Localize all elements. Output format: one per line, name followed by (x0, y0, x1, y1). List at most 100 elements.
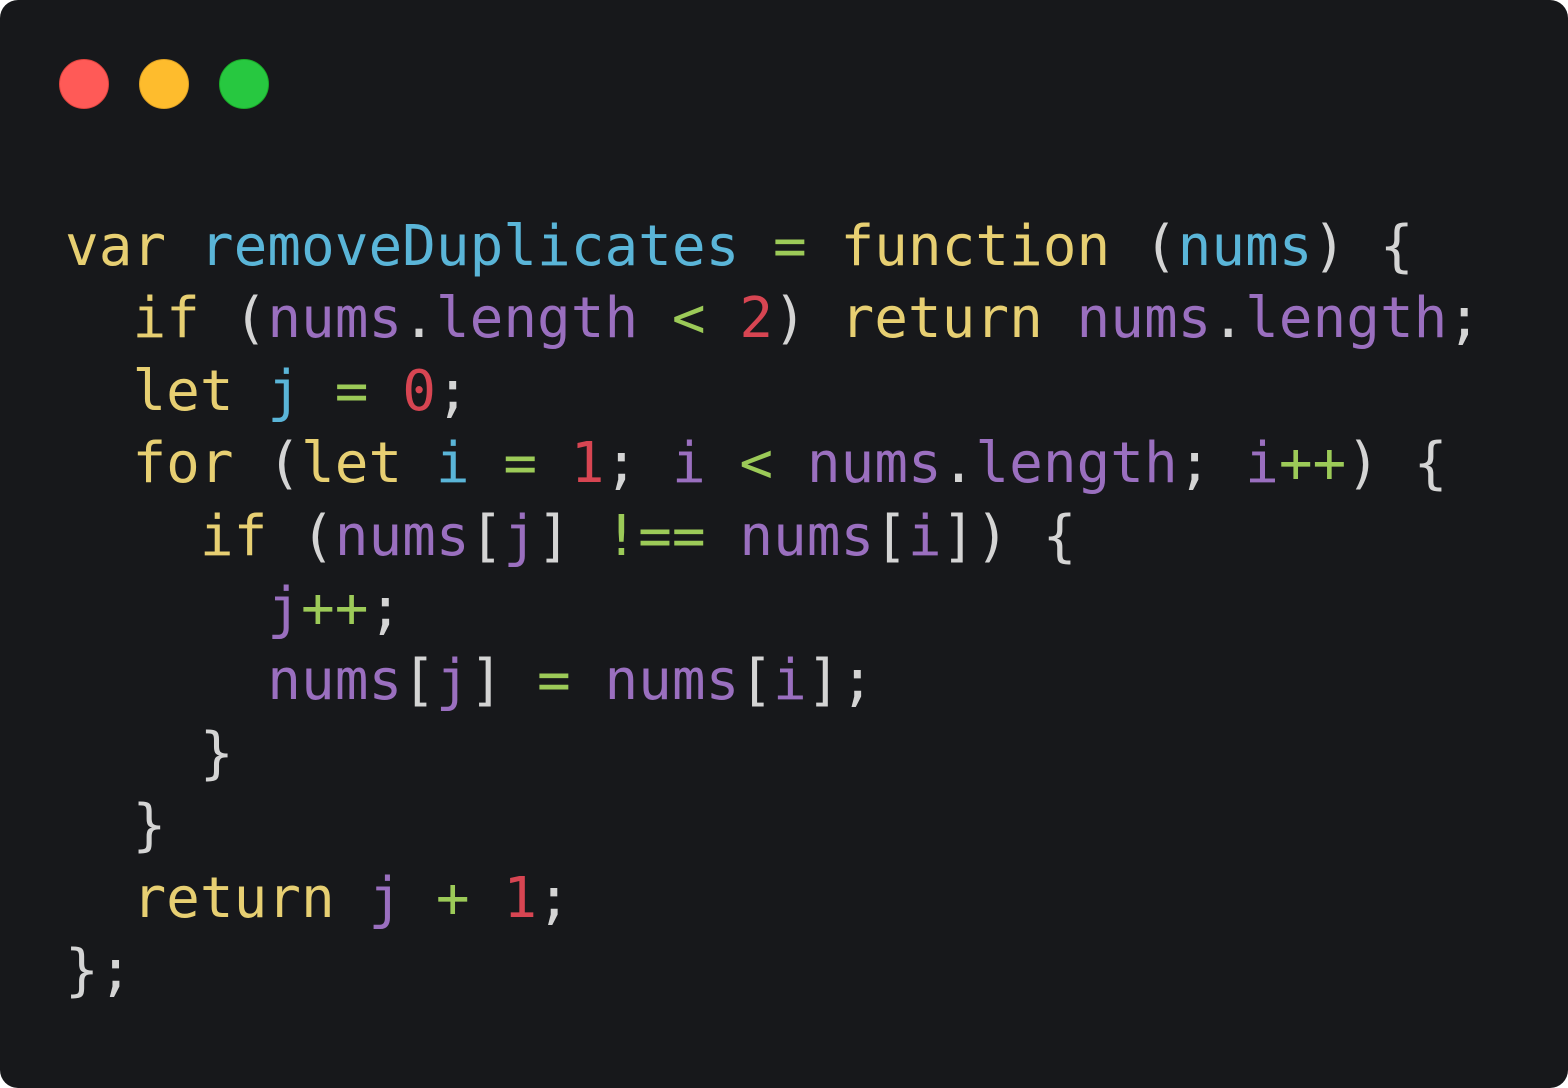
code-token: removeDuplicates (199, 214, 740, 279)
code-token: j (503, 503, 538, 569)
code-token: [ (739, 648, 774, 714)
code-token: ; (1177, 431, 1212, 497)
code-token: j (368, 865, 403, 931)
code-token: nums (806, 431, 942, 497)
code-token: ; (537, 865, 571, 931)
code-token: { (1042, 503, 1077, 569)
code-token: if (199, 503, 268, 569)
maximize-window-icon[interactable] (219, 59, 269, 109)
code-token: . (1211, 286, 1246, 352)
code-token: } (132, 793, 167, 859)
code-line: let j = 0; (65, 356, 1481, 428)
code-token: j (435, 648, 470, 714)
code-token: if (132, 286, 200, 352)
code-token: i (907, 503, 942, 569)
code-token: ; (1447, 286, 1482, 352)
code-token: . (941, 431, 976, 497)
code-token: ] (941, 503, 976, 569)
code-token: 2 (739, 286, 774, 352)
code-token: = (334, 358, 369, 424)
code-line: }; (65, 935, 1481, 1007)
close-window-icon[interactable] (59, 59, 109, 109)
code-token: = (503, 431, 538, 497)
code-token: ) (975, 503, 1010, 569)
code-token: nums (334, 503, 470, 569)
code-token: ) (1312, 214, 1347, 279)
code-token: ] (806, 648, 841, 714)
code-token: ] (469, 648, 504, 714)
code-token: = (773, 214, 807, 279)
code-line: for (let i = 1; i < nums.length; i++) { (65, 428, 1481, 500)
code-token: nums (1076, 286, 1212, 352)
code-token: let (301, 431, 403, 497)
code-window: var removeDuplicates = function (nums) {… (0, 0, 1568, 1088)
code-line: var removeDuplicates = function (nums) { (65, 211, 1481, 283)
code-token: < (739, 431, 774, 497)
code-token: = (537, 648, 571, 714)
code-token: return (132, 865, 335, 931)
code-line: if (nums[j] !== nums[i]) { (65, 501, 1481, 573)
code-token: ; (435, 358, 470, 424)
code-block: var removeDuplicates = function (nums) {… (65, 211, 1481, 1007)
code-token: ( (301, 503, 335, 569)
code-token: 0 (402, 358, 436, 424)
code-token: { (1379, 214, 1414, 279)
code-token: i (773, 648, 807, 714)
code-token: ) (1346, 431, 1380, 497)
code-token: for (132, 431, 234, 497)
code-token: + (435, 865, 470, 931)
code-token: [ (469, 503, 504, 569)
code-token: return (840, 286, 1043, 352)
code-token: ) (773, 286, 807, 352)
code-token: . (402, 286, 436, 352)
code-token: length (975, 431, 1178, 497)
code-token: ; (368, 575, 403, 641)
minimize-window-icon[interactable] (139, 59, 189, 109)
code-token: } (199, 720, 234, 786)
code-token: [ (874, 503, 908, 569)
code-token: let (132, 358, 234, 424)
code-token: length (435, 286, 639, 352)
code-line: if (nums.length < 2) return nums.length; (65, 283, 1481, 355)
code-token: ; (840, 648, 875, 714)
code-token: ; (604, 431, 639, 497)
code-token: nums (267, 286, 403, 352)
code-token: 1 (570, 431, 605, 497)
code-line: nums[j] = nums[i]; (65, 645, 1481, 717)
code-token: ++ (1278, 431, 1347, 497)
code-token: }; (65, 937, 133, 1003)
code-token: ( (1143, 214, 1178, 279)
code-token: ] (537, 503, 571, 569)
code-token: < (671, 286, 706, 352)
